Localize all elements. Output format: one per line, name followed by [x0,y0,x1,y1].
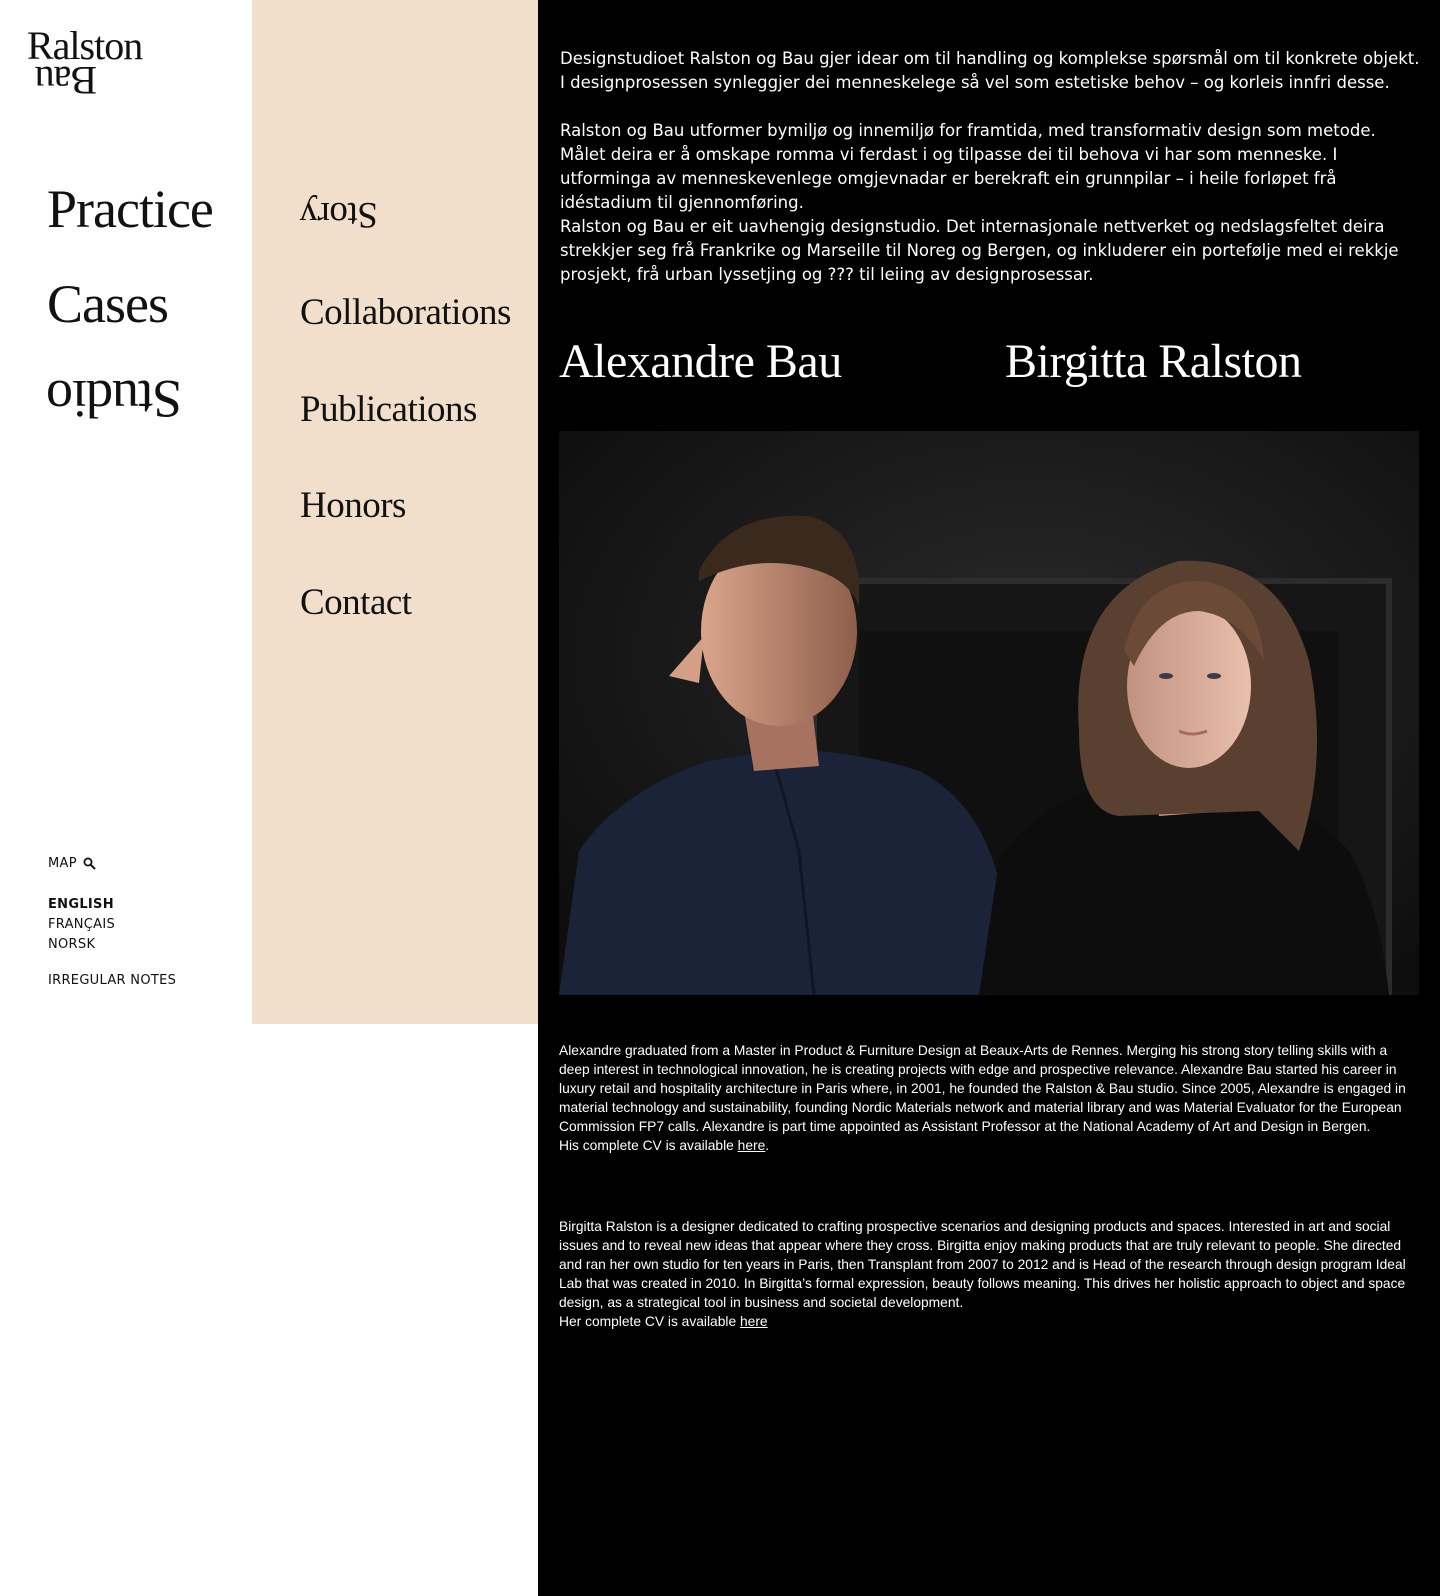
nav-practice[interactable]: Practice [47,178,214,240]
nav-cases-label: Cases [47,274,169,334]
logo-line-2: Bau [35,57,97,103]
search-icon [83,857,96,870]
map-link[interactable]: MAP [48,856,176,871]
subnav-collaborations[interactable]: Collaborations [300,291,511,334]
language-english[interactable]: ENGLISH [48,895,176,915]
subnav-contact[interactable]: Contact [300,581,412,624]
subnav-honors-label: Honors [300,485,406,526]
subnav-collaborations-label: Collaborations [300,292,511,333]
bio-birgitta-cv-prefix: Her complete CV is available [559,1314,740,1329]
sub-navigation-panel: Story Collaborations Publications Honors… [252,0,538,1024]
subnav-contact-label: Contact [300,582,412,623]
map-label: MAP [48,856,77,871]
language-norsk[interactable]: NORSK [48,935,176,955]
content-panel: Designstudioet Ralston og Bau gjer idear… [538,0,1440,1596]
subnav-story[interactable]: Story [300,193,378,236]
bio-birgitta-text: Birgitta Ralston is a designer dedicated… [559,1219,1406,1310]
nav-cases[interactable]: Cases [47,273,169,335]
nav-practice-label: Practice [47,179,214,239]
intro-paragraph-1: Designstudioet Ralston og Bau gjer idear… [560,49,1420,92]
birgitta-cv-link[interactable]: here [740,1314,768,1329]
logo[interactable]: Ralston Bau [27,26,143,103]
nav-studio[interactable]: Studio [47,368,182,430]
person-name-birgitta: Birgitta Ralston [1005,335,1302,388]
alexandre-cv-link[interactable]: here [738,1138,766,1153]
bio-alexandre-cv-prefix: His complete CV is available [559,1138,738,1153]
left-column: Ralston Bau Practice Cases Studio MAP EN… [0,0,252,1596]
person-name-alexandre: Alexandre Bau [559,335,842,388]
intro-paragraph-3: Ralston og Bau er eit uavhengig designst… [560,217,1399,284]
utility-links: MAP ENGLISH FRANÇAIS NORSK IRREGULAR NOT… [48,856,176,988]
language-francais[interactable]: FRANÇAIS [48,915,176,935]
bio-alexandre-text: Alexandre graduated from a Master in Pro… [559,1043,1406,1134]
bio-birgitta: Birgitta Ralston is a designer dedicated… [559,1217,1421,1331]
bio-alexandre-cv-suffix: . [765,1138,770,1153]
subnav-story-label: Story [300,194,378,235]
bio-alexandre: Alexandre graduated from a Master in Pro… [559,1041,1421,1155]
subnav-publications[interactable]: Publications [300,388,477,431]
founders-photo [559,431,1419,995]
subnav-publications-label: Publications [300,389,477,430]
intro-paragraph-2: Ralston og Bau utformer bymiljø og innem… [560,121,1376,212]
nav-studio-label: Studio [47,369,183,429]
subnav-honors[interactable]: Honors [300,484,406,527]
irregular-notes-link[interactable]: IRREGULAR NOTES [48,973,176,988]
